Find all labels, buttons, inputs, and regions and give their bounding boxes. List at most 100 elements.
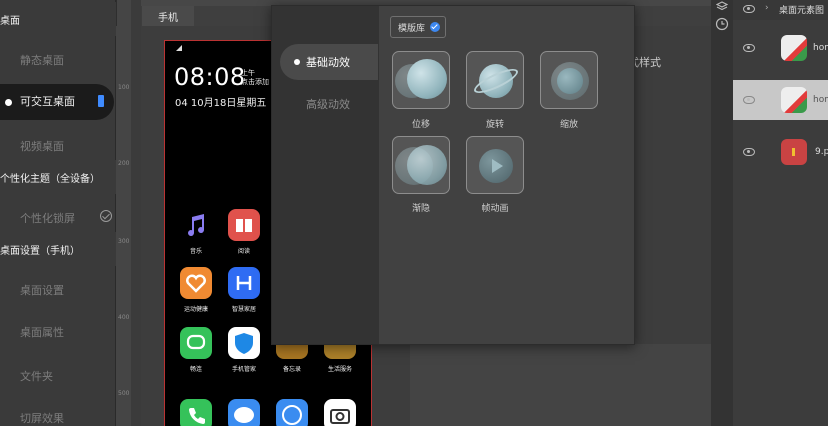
verified-badge-icon — [430, 22, 440, 32]
ruler-mark: 200 — [118, 160, 130, 167]
eye-icon[interactable] — [743, 148, 755, 156]
app-label: 阅读 — [237, 248, 250, 255]
section-personal-theme-head: 个性化主题（全设备） — [0, 160, 116, 194]
smart-home-app-icon[interactable] — [228, 267, 260, 299]
app-label: 智慧家居 — [231, 306, 256, 313]
tap-add-label: 点击添加 — [241, 78, 269, 86]
camera-app-icon[interactable] — [324, 399, 356, 426]
sidebar-item-label: 桌面属性 — [20, 326, 64, 339]
sidebar-item-folder[interactable]: 文件夹 — [0, 358, 116, 394]
ball-icon — [557, 68, 583, 94]
eye-icon[interactable] — [743, 96, 755, 104]
anim-card-frame[interactable] — [466, 136, 524, 194]
sidebar-item-label: 桌面设置 — [20, 284, 64, 297]
play-icon — [492, 159, 503, 173]
check-circle-icon — [100, 210, 112, 222]
layer-row[interactable]: hom — [733, 28, 828, 68]
sidebar-item-desktop-settings[interactable]: 桌面设置 — [0, 272, 116, 308]
clock-side-text: 上午 点击添加 — [241, 69, 269, 87]
sidebar-item-switch-effect[interactable]: 切屏效果 — [0, 400, 116, 426]
section-label: 个性化主题（全设备） — [0, 173, 100, 185]
tab-basic-animation[interactable]: 基础动效 — [280, 44, 378, 80]
layer-thumb-mark — [792, 148, 795, 156]
clock-time: 08:08 — [174, 63, 246, 91]
anim-label: 帧动画 — [481, 204, 509, 214]
sidebar-item-video-desktop[interactable]: 视频桌面 — [0, 128, 116, 164]
reading-app-icon[interactable] — [228, 209, 260, 241]
sidebar-item-label: 个性化锁屏 — [20, 212, 75, 225]
sidebar-item-desktop-props[interactable]: 桌面属性 — [0, 314, 116, 350]
layers-toolbar — [711, 0, 733, 426]
layer-row-selected[interactable]: hom — [733, 80, 828, 120]
health-app-icon[interactable] — [180, 267, 212, 299]
layer-name: hom — [813, 95, 828, 105]
app-label: 备忘录 — [282, 366, 301, 373]
history-clock-icon[interactable] — [715, 17, 729, 31]
tab-advanced-animation[interactable]: 高级动效 — [280, 86, 378, 122]
selected-indicator-icon — [98, 95, 104, 107]
animation-popup: 基础动效 高级动效 模版库 位移 旋转 缩放 渐隐 帧动画 — [271, 5, 635, 345]
anim-label: 渐隐 — [411, 204, 430, 214]
ruler-mark: 500 — [118, 390, 130, 397]
chevron-right-icon[interactable]: › — [765, 3, 769, 13]
dialer-app-icon[interactable] — [180, 399, 212, 426]
app-label: 畅连 — [189, 366, 202, 373]
sidebar-item-label: 文件夹 — [20, 370, 53, 383]
browser-app-icon[interactable] — [276, 399, 308, 426]
anim-label: 旋转 — [485, 120, 504, 130]
app-label: 生活服务 — [327, 366, 352, 373]
date-text: 04 10月18日星期五 — [175, 98, 267, 109]
section-label: 桌面 — [0, 15, 20, 27]
layer-group-row[interactable]: › 桌面元素图 — [733, 0, 828, 20]
music-app-icon[interactable] — [180, 209, 212, 241]
ruler-mark: 300 — [118, 238, 130, 245]
tab-phone[interactable]: 手机 — [142, 6, 194, 26]
layer-name: 9.p — [815, 147, 828, 157]
section-desktop-settings-head: 桌面设置（手机） — [0, 232, 116, 266]
sidebar-item-personal-lock[interactable]: 个性化锁屏 — [0, 200, 116, 236]
template-library-button[interactable]: 模版库 — [390, 16, 446, 38]
am-label: 上午 — [241, 69, 255, 77]
eye-icon[interactable] — [743, 5, 755, 13]
panel-divider — [131, 0, 141, 426]
meetime-app-icon[interactable] — [180, 327, 212, 359]
signal-icon — [176, 45, 182, 51]
left-sidebar: 桌面 静态桌面 可交互桌面 视频桌面 个性化主题（全设备） 个性化锁屏 桌面设置… — [0, 0, 116, 426]
layer-thumbnail — [781, 139, 807, 165]
button-label: 模版库 — [398, 23, 426, 34]
section-desktop-head: 桌面 — [0, 2, 116, 36]
layer-thumbnail — [781, 87, 807, 113]
app-label: 运动健康 — [183, 306, 208, 313]
sidebar-item-label: 可交互桌面 — [20, 95, 75, 108]
eye-icon[interactable] — [743, 44, 755, 52]
section-label: 桌面设置（手机） — [0, 245, 80, 257]
layer-row[interactable]: 9.p — [733, 132, 828, 172]
tab-label: 手机 — [158, 12, 178, 24]
sidebar-item-label: 切屏效果 — [20, 412, 64, 425]
ruler-mark: 100 — [118, 84, 130, 91]
tab-label: 高级动效 — [306, 98, 350, 111]
anim-card-rotate[interactable] — [466, 51, 524, 109]
sidebar-item-static-desktop[interactable]: 静态桌面 — [0, 42, 116, 78]
messages-app-icon[interactable] — [228, 399, 260, 426]
app-label: 音乐 — [189, 248, 202, 255]
ball-icon — [407, 145, 447, 185]
layers-icon[interactable] — [716, 1, 728, 11]
app-label: 手机管家 — [231, 366, 256, 373]
sidebar-item-interactive-desktop[interactable]: 可交互桌面 — [0, 84, 114, 120]
anim-card-scale[interactable] — [540, 51, 598, 109]
anim-card-fade[interactable] — [392, 136, 450, 194]
anim-label: 缩放 — [559, 120, 578, 130]
tab-label: 基础动效 — [306, 56, 350, 69]
ruler-mark: 400 — [118, 314, 130, 321]
phone-manager-app-icon[interactable] — [228, 327, 260, 359]
layer-group-name: 桌面元素图 — [779, 6, 825, 16]
properties-area — [410, 344, 711, 426]
active-dot-icon — [5, 99, 12, 106]
anim-card-translate[interactable] — [392, 51, 450, 109]
ball-icon — [407, 59, 447, 99]
sidebar-item-label: 静态桌面 — [20, 54, 64, 67]
active-dot-icon — [294, 59, 300, 65]
anim-label: 位移 — [411, 120, 430, 130]
layer-thumbnail — [781, 35, 807, 61]
